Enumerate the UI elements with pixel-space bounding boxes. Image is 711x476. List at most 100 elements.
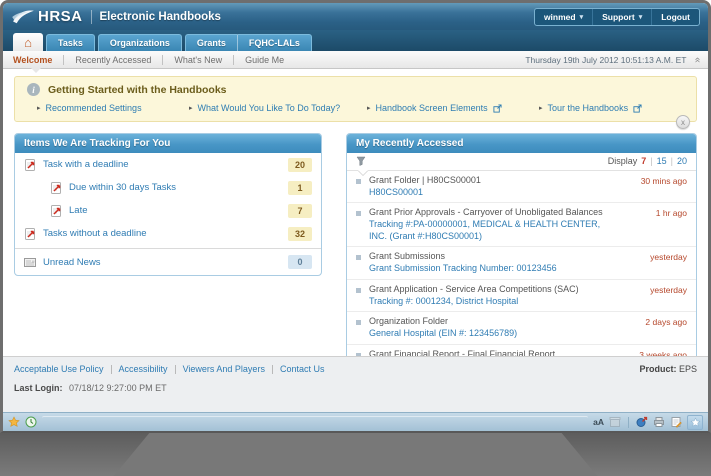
footer-link-viewers-players[interactable]: Viewers And Players — [183, 364, 265, 374]
count-badge: 1 — [288, 181, 312, 195]
filter-notch — [358, 170, 368, 175]
tracking-link[interactable]: Tasks without a deadline — [43, 228, 147, 239]
tracking-link[interactable]: Unread News — [43, 257, 101, 268]
recently-accessed-panel: My Recently Accessed Display 7 | 15 | — [346, 133, 697, 356]
banner-close-button[interactable]: x — [676, 115, 690, 129]
recent-item-link[interactable]: Tracking #: 0001234, District Hospital — [369, 296, 615, 308]
recent-item-time: 2 days ago — [623, 316, 687, 339]
logo-divider — [91, 10, 92, 24]
banner-title: Getting Started with the Handbooks — [48, 84, 227, 96]
display-option-7[interactable]: 7 — [641, 156, 646, 166]
banner-link-label: Handbook Screen Elements — [376, 103, 488, 113]
recent-item-time: 30 mins ago — [623, 175, 687, 198]
bullet-square-icon — [356, 255, 361, 260]
filter-funnel-icon[interactable] — [356, 156, 366, 166]
arrow-bullet-icon: ▸ — [539, 104, 543, 112]
share-globe-icon[interactable] — [636, 416, 648, 428]
divider: | — [650, 156, 652, 166]
display-label: Display — [608, 156, 638, 166]
edit-note-icon[interactable] — [670, 416, 682, 428]
external-link-icon — [633, 104, 642, 113]
logout-label: Logout — [661, 12, 690, 22]
last-login: Last Login: 07/18/12 9:27:00 PM ET — [14, 383, 697, 393]
user-menu-label: winmed — [544, 12, 576, 22]
history-clock-icon[interactable] — [25, 416, 37, 428]
chevron-down-icon: ▾ — [580, 13, 584, 21]
tab-tasks[interactable]: Tasks — [46, 34, 95, 51]
archive-box-icon[interactable] — [609, 416, 621, 428]
newspaper-icon — [24, 256, 36, 268]
tracking-link[interactable]: Task with a deadline — [43, 159, 129, 170]
tracking-link[interactable]: Late — [69, 205, 88, 216]
text-size-icon[interactable]: aA — [593, 417, 604, 427]
last-login-value: 07/18/12 9:27:00 PM ET — [69, 383, 167, 393]
task-icon — [24, 228, 36, 240]
task-icon — [50, 205, 62, 217]
favorite-star-icon[interactable] — [8, 416, 20, 428]
recent-item-row: Grant Prior Approvals - Carryover of Uno… — [347, 203, 696, 247]
display-option-15[interactable]: 15 — [657, 156, 667, 166]
tracking-row-task-with-deadline[interactable]: Task with a deadline 20 — [15, 153, 321, 176]
main-content: i Getting Started with the Handbooks ▸ R… — [3, 69, 708, 356]
count-badge: 7 — [288, 204, 312, 218]
support-menu-label: Support — [602, 12, 635, 22]
support-menu-button[interactable]: Support ▾ — [592, 9, 651, 25]
user-menu-button[interactable]: winmed ▾ — [535, 9, 592, 25]
star-button[interactable] — [687, 415, 703, 430]
subnav-item-welcome[interactable]: Welcome — [11, 55, 54, 65]
footer-link-acceptable-use[interactable]: Acceptable Use Policy — [14, 364, 104, 374]
link-what-would-you-like[interactable]: ▸ What Would You Like To Do Today? — [189, 103, 367, 113]
tracking-row-tasks-without-deadline[interactable]: Tasks without a deadline 32 — [15, 222, 321, 245]
print-icon[interactable] — [653, 416, 665, 428]
link-recommended-settings[interactable]: ▸ Recommended Settings — [37, 103, 189, 113]
stand-trapezoid — [0, 433, 711, 476]
app-window: HRSA Electronic Handbooks winmed ▾ Suppo… — [0, 0, 711, 433]
close-icon: x — [681, 118, 685, 127]
home-icon: ⌂ — [24, 36, 32, 49]
getting-started-banner: i Getting Started with the Handbooks ▸ R… — [14, 76, 697, 122]
app-title: Electronic Handbooks — [100, 11, 221, 23]
recent-item-title: Grant Prior Approvals - Carryover of Uno… — [369, 207, 615, 219]
recent-item-link[interactable]: Grant Submission Tracking Number: 001234… — [369, 263, 615, 275]
product-key: Product: — [639, 364, 676, 374]
tab-home[interactable]: ⌂ — [13, 33, 43, 51]
monitor-stand — [0, 433, 711, 476]
subnav-item-guide-me[interactable]: Guide Me — [243, 55, 286, 65]
info-icon: i — [27, 83, 40, 96]
arrow-bullet-icon: ▸ — [37, 104, 41, 112]
bullet-square-icon — [356, 179, 361, 184]
recent-item-link[interactable]: Tracking #:PA-00000001, MEDICAL & HEALTH… — [369, 219, 615, 242]
divider — [628, 417, 629, 428]
recent-item-link[interactable]: H80CS00001 — [369, 187, 615, 199]
tracking-row-late[interactable]: Late 7 — [15, 199, 321, 222]
white-star-icon — [690, 417, 701, 428]
subnav-item-whats-new[interactable]: What's New — [172, 55, 224, 65]
tab-label: FQHC-LALs — [249, 38, 300, 48]
tab-label: Organizations — [110, 38, 170, 48]
subnav-item-recently-accessed[interactable]: Recently Accessed — [73, 55, 153, 65]
recent-item-link[interactable]: General Hospital (EIN #: 123456789) — [369, 328, 615, 340]
link-handbook-screen-elements[interactable]: ▸ Handbook Screen Elements — [367, 103, 539, 113]
external-link-icon — [493, 104, 502, 113]
logout-button[interactable]: Logout — [651, 9, 699, 25]
footer-link-accessibility[interactable]: Accessibility — [119, 364, 168, 374]
subnav-bar: Welcome Recently Accessed What's New Gui… — [3, 51, 708, 69]
tab-organizations[interactable]: Organizations — [98, 34, 182, 51]
tracking-panel-title: Items We Are Tracking For You — [15, 134, 321, 153]
tracking-link[interactable]: Due within 30 days Tasks — [69, 182, 176, 193]
tracking-row-unread-news[interactable]: Unread News 0 — [15, 248, 321, 275]
collapse-chevrons-icon[interactable]: « — [692, 57, 702, 63]
divider — [233, 55, 234, 65]
footer-link-contact-us[interactable]: Contact Us — [280, 364, 325, 374]
bullet-square-icon — [356, 320, 361, 325]
arrow-bullet-icon: ▸ — [367, 104, 371, 112]
tracking-row-due-within-30-days[interactable]: Due within 30 days Tasks 1 — [15, 176, 321, 199]
link-tour-the-handbooks[interactable]: ▸ Tour the Handbooks — [539, 103, 686, 113]
task-icon — [24, 159, 36, 171]
recent-item-row: Organization Folder General Hospital (EI… — [347, 312, 696, 344]
tab-grants[interactable]: Grants — [185, 34, 237, 51]
tab-fqhc-lals[interactable]: FQHC-LALs — [237, 34, 312, 51]
page-footer: Acceptable Use Policy Accessibility View… — [3, 356, 708, 412]
tab-label: Tasks — [58, 38, 83, 48]
display-option-20[interactable]: 20 — [677, 156, 687, 166]
